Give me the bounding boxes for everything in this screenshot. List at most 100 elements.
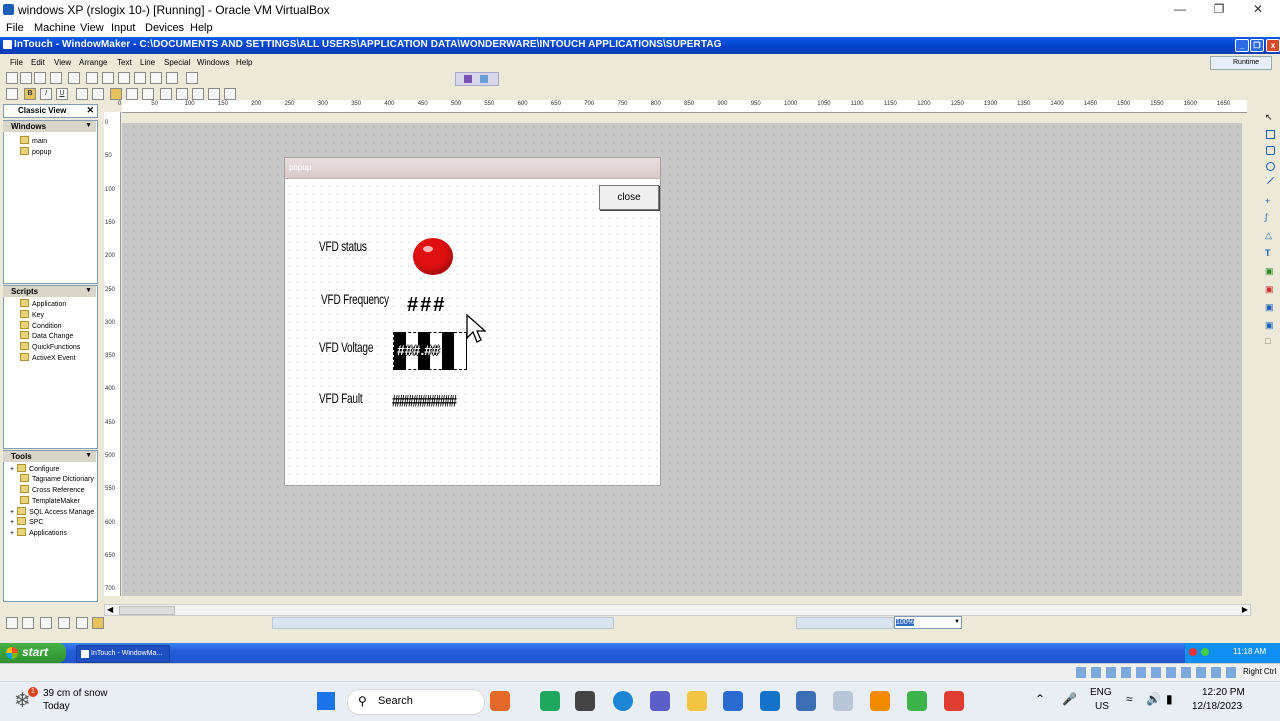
tool-item-templatemaker[interactable]: TemplateMaker (20, 496, 80, 505)
bold-icon[interactable]: B (24, 88, 36, 100)
menu-line[interactable]: Line (140, 58, 155, 67)
new-icon[interactable] (6, 72, 18, 84)
scripts-header[interactable]: Scripts ▼ (3, 286, 96, 297)
menu-help[interactable]: Help (236, 58, 252, 67)
print-icon[interactable] (68, 72, 80, 84)
store-icon[interactable] (723, 691, 743, 711)
close-window-button[interactable]: ✕ (1248, 2, 1268, 18)
tools-header[interactable]: Tools ▼ (3, 451, 96, 462)
copy-icon[interactable] (86, 72, 98, 84)
underline-icon[interactable]: U (56, 88, 68, 100)
snap-icon[interactable] (92, 617, 104, 629)
tool-item-configure[interactable]: + Configure (10, 464, 59, 473)
align-center-icon[interactable] (126, 88, 138, 100)
italic-icon[interactable]: I (40, 88, 52, 100)
ellipse-tool-icon[interactable] (1266, 162, 1275, 171)
view-icon[interactable] (40, 617, 52, 629)
paste-icon[interactable] (118, 72, 130, 84)
wizard-tool-icon[interactable]: ▣ (1265, 302, 1274, 313)
camtasia-icon[interactable] (907, 691, 927, 711)
virtualbox-task-icon[interactable] (796, 691, 816, 711)
script-item-data-change[interactable]: Data Change (20, 331, 73, 340)
polygon-tool-icon[interactable]: △ (1265, 230, 1272, 241)
window-color-icon[interactable] (224, 88, 236, 100)
undo-icon[interactable] (150, 72, 162, 84)
vbox-menu-input[interactable]: Input (111, 22, 135, 34)
vfd-status-indicator[interactable] (413, 238, 453, 275)
minimize-button[interactable]: — (1170, 2, 1190, 18)
rectangle-tool-icon[interactable] (1266, 130, 1275, 139)
tray-network-icon[interactable] (1201, 648, 1209, 656)
line-color-icon[interactable] (208, 88, 220, 100)
tool-item-sql-access-manager[interactable]: + SQL Access Manage (10, 507, 94, 516)
duplicate-icon[interactable] (186, 72, 198, 84)
script-item-quickfunctions[interactable]: QuickFunctions (20, 342, 80, 351)
maximize-button[interactable]: ❐ (1209, 2, 1229, 18)
vbox-menu-view[interactable]: View (80, 22, 104, 34)
tool-item-tagname-dictionary[interactable]: Tagname Dictionary (20, 474, 94, 483)
vbox-menu-file[interactable]: File (6, 22, 24, 34)
chevron-down-icon[interactable]: ▼ (954, 617, 960, 628)
tool-item-applications[interactable]: + Applications (10, 528, 67, 537)
open-icon[interactable] (20, 72, 32, 84)
tray-alert-icon[interactable] (1189, 648, 1197, 656)
full-screen-icon[interactable]: □ (1265, 336, 1270, 346)
runtime-button[interactable]: Runtime (1210, 56, 1272, 70)
text-larger-icon[interactable] (92, 88, 104, 100)
bitmap-tool-icon[interactable]: ▣ (1265, 266, 1274, 277)
windows-header[interactable]: Windows ▼ (3, 121, 96, 132)
scrollbar-thumb[interactable] (119, 606, 175, 615)
volume-icon[interactable]: 🔊 (1146, 692, 1161, 706)
menu-file[interactable]: File (10, 58, 23, 67)
menu-windows[interactable]: Windows (197, 58, 229, 67)
taskview-icon[interactable] (575, 691, 595, 711)
view-icon[interactable] (22, 617, 34, 629)
view-icon[interactable] (58, 617, 70, 629)
text-tool-icon[interactable]: T (1265, 248, 1271, 258)
line-tool-icon[interactable] (1266, 176, 1275, 185)
restore-icon[interactable] (480, 75, 488, 83)
search-box[interactable]: ⚲ Search (347, 689, 485, 715)
window-item-popup[interactable]: popup (20, 147, 51, 156)
menu-text[interactable]: Text (117, 58, 132, 67)
runtime-icon[interactable] (464, 75, 472, 83)
edge-icon[interactable] (613, 691, 633, 711)
script-item-condition[interactable]: Condition (20, 321, 62, 330)
rounded-rect-tool-icon[interactable] (1266, 146, 1275, 155)
vfd-frequency-value[interactable]: ### (407, 294, 446, 317)
vbox-menu-devices[interactable]: Devices (145, 22, 184, 34)
font-icon[interactable] (6, 88, 18, 100)
scroll-right-icon[interactable]: ▶ (1242, 605, 1248, 614)
tool-item-cross-reference[interactable]: Cross Reference (20, 485, 85, 494)
save-icon[interactable] (50, 72, 62, 84)
align-right-icon[interactable] (142, 88, 154, 100)
wifi-icon[interactable]: ≈ (1126, 692, 1133, 706)
collapse-icon[interactable]: ▼ (85, 452, 92, 459)
intouch-close-button[interactable]: x (1266, 39, 1280, 52)
start-button[interactable]: start (0, 643, 66, 663)
vbox-device-icons[interactable] (1076, 667, 1241, 678)
redo-icon[interactable] (166, 72, 178, 84)
battery-icon[interactable]: ▮ (1166, 692, 1173, 706)
vfd-fault-value[interactable]: ############## (392, 393, 457, 411)
horizontal-scrollbar[interactable]: ◀ ▶ (104, 604, 1251, 616)
scroll-left-icon[interactable]: ◀ (107, 605, 113, 614)
vbox-menu-machine[interactable]: Machine (34, 22, 76, 34)
taskbar-task-intouch[interactable]: InTouch - WindowMa... (76, 645, 170, 663)
view-icon[interactable] (6, 617, 18, 629)
intouch-restore-button[interactable]: ❐ (1250, 39, 1264, 52)
taskbar-time[interactable]: 12:20 PM (1202, 687, 1245, 698)
vlc-icon[interactable] (870, 691, 890, 711)
polyline-tool-icon[interactable]: ∫ (1265, 212, 1267, 222)
recorder-icon[interactable] (944, 691, 964, 711)
text-smaller-icon[interactable] (76, 88, 88, 100)
zoom-select[interactable]: 100% ▼ (894, 616, 962, 629)
arrange-toolbar[interactable] (272, 617, 614, 629)
grid-icon[interactable] (76, 617, 88, 629)
close-panel-icon[interactable]: ✕ (86, 105, 94, 116)
button-tool-icon[interactable]: ▣ (1265, 284, 1274, 295)
teams-icon[interactable] (650, 691, 670, 711)
activex-tool-icon[interactable]: ▣ (1265, 320, 1274, 331)
tool-item-spc[interactable]: + SPC (10, 517, 44, 526)
script-item-application[interactable]: Application (20, 299, 66, 308)
